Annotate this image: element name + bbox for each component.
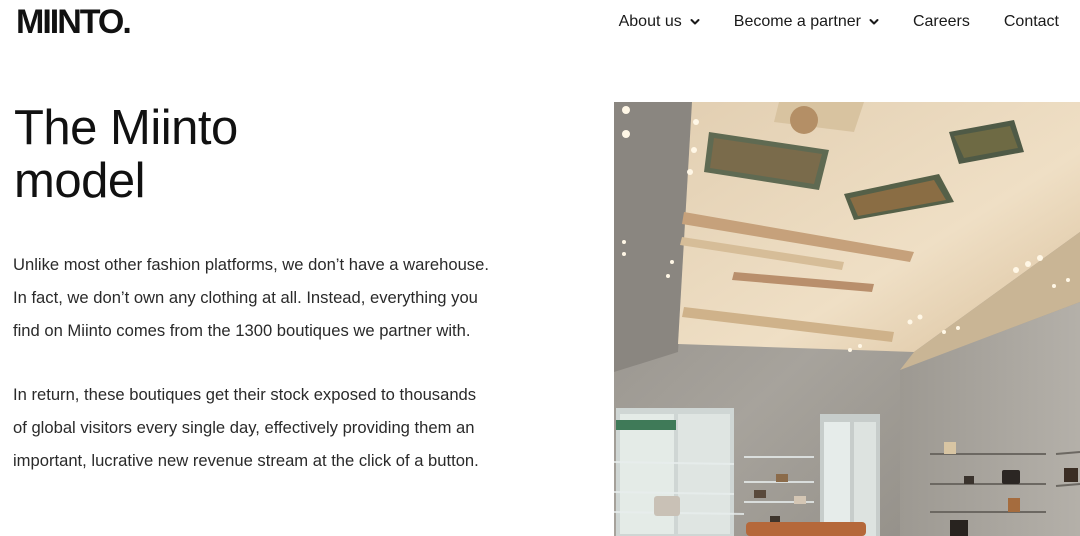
nav-item-label: About us [618, 13, 682, 30]
nav-item-careers[interactable]: Careers [913, 12, 970, 32]
paragraph-line: Unlike most other fashion platforms, we … [13, 255, 489, 274]
paragraph-line: In fact, we don’t own any clothing at al… [13, 288, 478, 307]
page-title-line: The Miinto [14, 101, 238, 155]
chevron-down-icon [690, 19, 700, 25]
nav-item-become-a-partner[interactable]: Become a partner [734, 12, 879, 32]
nav-item-label: Careers [912, 13, 970, 30]
main-nav: About us Become a partner Careers Contac… [619, 12, 1059, 32]
benefit-paragraph: In return, these boutiques get their sto… [13, 378, 573, 477]
boutique-interior-image [614, 102, 1080, 536]
intro-paragraph: Unlike most other fashion platforms, we … [13, 248, 573, 347]
page-title-line: model [14, 154, 145, 208]
nav-item-contact[interactable]: Contact [1004, 12, 1059, 32]
site-header: MIINTO. About us Become a partner Career… [0, 0, 1080, 48]
paragraph-line: important, lucrative new revenue stream … [13, 451, 479, 470]
paragraph-line: find on Miinto comes from the 1300 bouti… [13, 321, 471, 340]
nav-item-label: Become a partner [733, 13, 861, 30]
nav-item-about-us[interactable]: About us [619, 12, 700, 32]
paragraph-line: of global visitors every single day, eff… [13, 418, 475, 437]
page-title: The Miinto model [14, 102, 434, 208]
paragraph-line: In return, these boutiques get their sto… [13, 385, 477, 404]
chevron-down-icon [869, 19, 879, 25]
nav-item-label: Contact [1003, 13, 1059, 30]
miinto-logo[interactable]: MIINTO. [16, 4, 132, 40]
